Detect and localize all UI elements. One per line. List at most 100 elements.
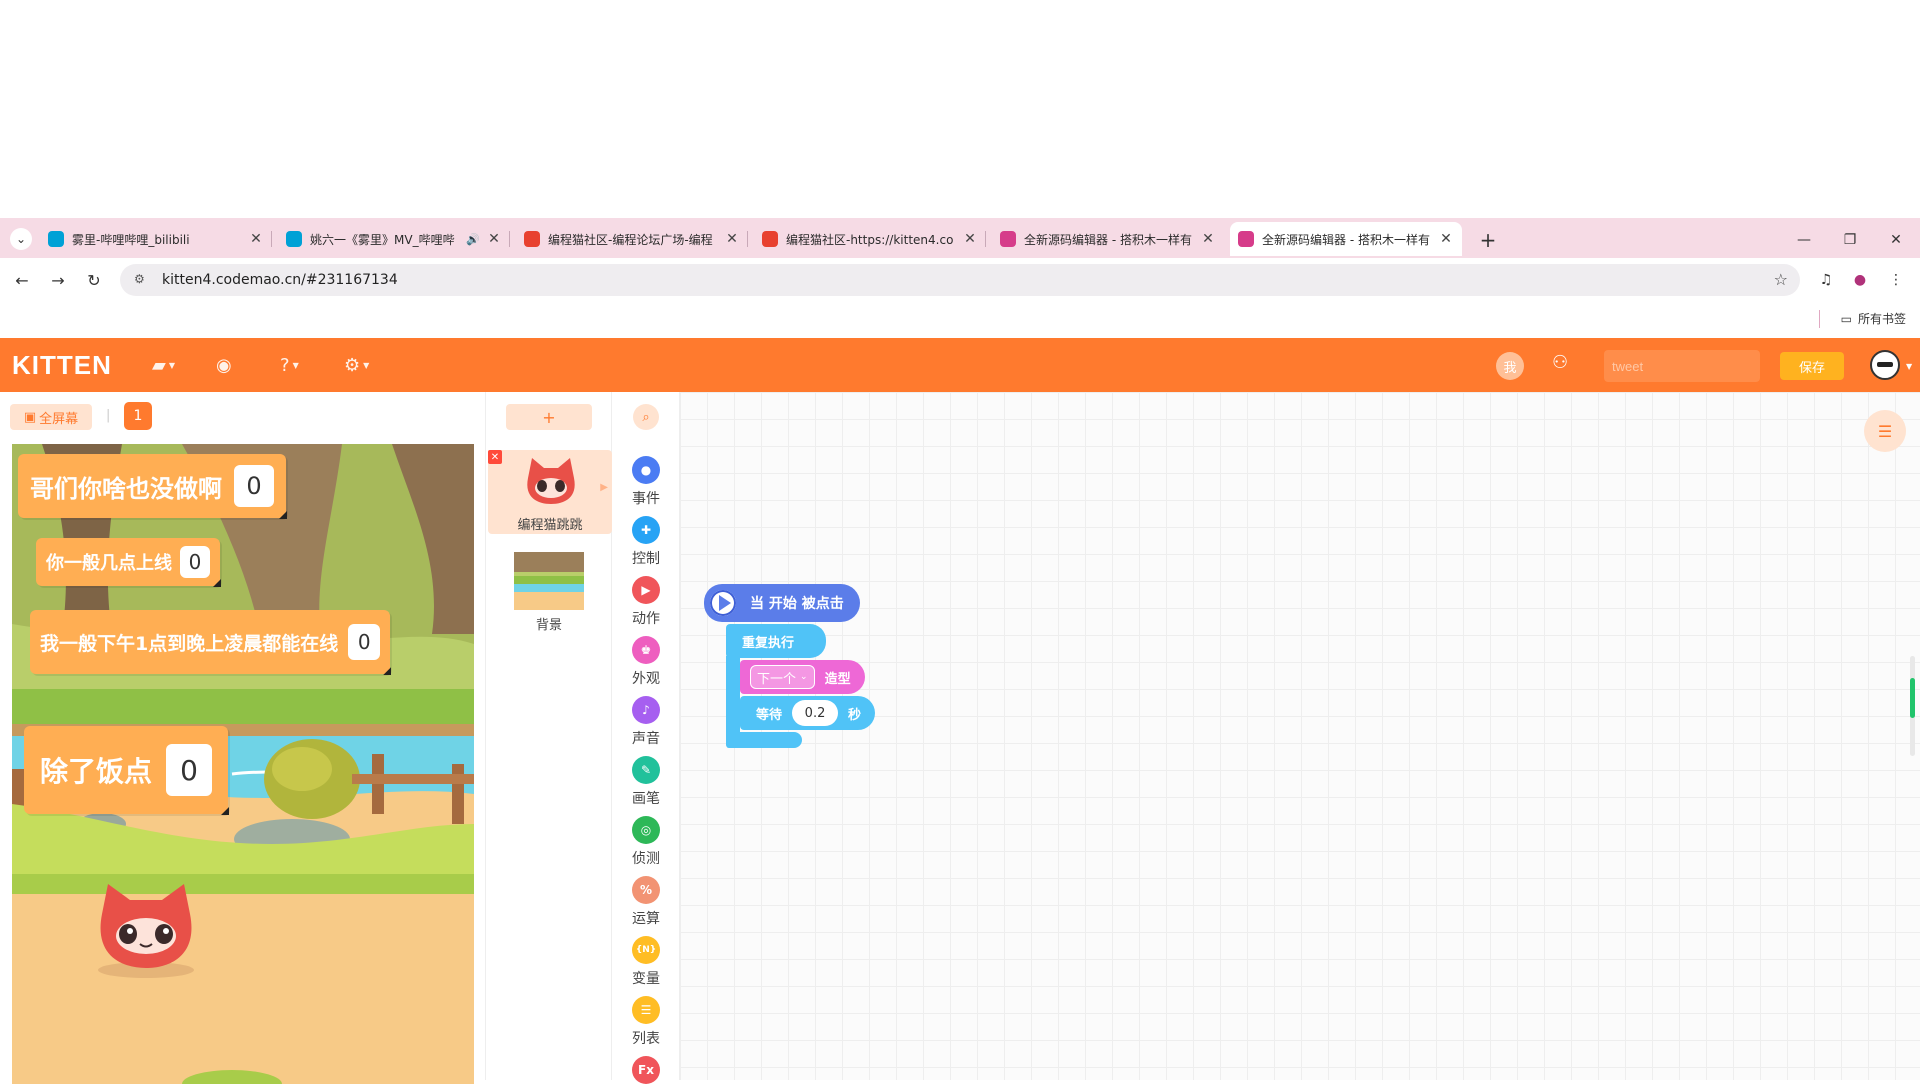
url-text: kitten4.codemao.cn/#231167134 <box>162 272 398 288</box>
workspace-search-icon[interactable]: ☰ <box>1864 410 1906 452</box>
kitten-logo[interactable]: KITTEN <box>12 350 112 381</box>
costume-dropdown[interactable]: 下一个 ⌄ <box>750 665 815 689</box>
sensing-icon: ◎ <box>632 816 660 844</box>
background-label: 背景 <box>535 618 562 633</box>
pen-icon: ✎ <box>632 756 660 784</box>
restore-icon[interactable]: ❐ <box>1830 226 1870 254</box>
fullscreen-button[interactable]: ▣ 全屏幕 <box>10 404 92 430</box>
variable-monitor[interactable]: 我一般下午1点到晚上凌晨都能在线 0 <box>30 610 392 675</box>
chevron-right-icon[interactable]: ▶ <box>600 482 608 493</box>
minimize-icon[interactable]: — <box>1784 226 1824 254</box>
wait-block[interactable]: 等待 0.2 秒 <box>740 696 876 730</box>
delete-sprite-icon[interactable]: ✕ <box>488 450 502 464</box>
search-icon[interactable]: ⌕ <box>633 404 659 430</box>
category-sound[interactable]: ♪ 声音 <box>612 696 680 748</box>
close-tab-icon[interactable]: ✕ <box>1200 231 1216 247</box>
sprite-thumbnail <box>527 458 575 504</box>
category-motion[interactable]: ▶ 动作 <box>612 576 680 628</box>
looks-icon: ♚ <box>632 636 660 664</box>
tab-title: 雾里-哔哩哔哩_bilibili <box>72 232 190 247</box>
close-tab-icon[interactable]: ✕ <box>724 231 740 247</box>
help-icon: ? <box>280 354 290 376</box>
category-label: 列表 <box>632 1031 660 1047</box>
close-tab-icon[interactable]: ✕ <box>962 231 978 247</box>
settings-menu[interactable]: ⚙ ▼ <box>344 353 369 377</box>
tab-title: 编程猫社区-编程论坛广场-编程 <box>548 232 713 247</box>
category-control[interactable]: ✚ 控制 <box>612 516 680 568</box>
resize-corner <box>279 511 287 519</box>
tab-search-dropdown-icon[interactable]: ⌄ <box>10 228 32 250</box>
url-field[interactable]: ⚙ kitten4.codemao.cn/#231167134 ☆ <box>120 264 1800 296</box>
category-operator[interactable]: % 运算 <box>612 876 680 928</box>
me-button[interactable]: 我 <box>1496 352 1524 380</box>
forward-icon[interactable]: → <box>44 266 72 294</box>
tab-separator <box>985 231 986 247</box>
browser-tab[interactable]: 姚六一《雾里》MV_哔哩哔 🔊 ✕ <box>278 222 510 256</box>
sprite-panel: + ▶ 编程猫跳跳 ✕ 背景 <box>486 392 612 1080</box>
category-event[interactable]: ● 事件 <box>612 456 680 508</box>
close-tab-icon[interactable]: ✕ <box>486 231 502 247</box>
browser-tab[interactable]: 全新源码编辑器 - 搭积木一样有 ✕ <box>1230 222 1462 256</box>
close-tab-icon[interactable]: ✕ <box>248 231 264 247</box>
browser-tab[interactable]: 编程猫社区-https://kitten4.co ✕ <box>754 222 986 256</box>
variable-monitor[interactable]: 除了饭点 0 <box>24 726 230 815</box>
repeat-label: 重复执行 <box>742 635 795 651</box>
stage-panel: ▣ 全屏幕 | 1 哥们你啥也没做啊 0 你一般几点上线 0 我一般下午1点到晚… <box>0 392 486 1084</box>
gear-icon: ⚙ <box>344 354 361 376</box>
bookmark-star-icon[interactable]: ☆ <box>1774 270 1788 289</box>
site-info-icon[interactable]: ⚙ <box>134 272 150 288</box>
switch-costume-block[interactable]: 下一个 ⌄ 造型 <box>740 660 865 694</box>
repeat-forever-block[interactable]: 重复执行 <box>726 624 826 658</box>
variable-monitor[interactable]: 你一般几点上线 0 <box>36 538 221 587</box>
close-tab-icon[interactable]: ✕ <box>1438 231 1454 247</box>
file-menu[interactable]: ▰ ▼ <box>152 353 175 377</box>
wait-seconds-input[interactable]: 0.2 <box>792 700 839 726</box>
scrollbar-thumb[interactable] <box>1910 678 1915 718</box>
add-sprite-button[interactable]: + <box>506 404 592 430</box>
close-window-icon[interactable]: ✕ <box>1876 226 1916 254</box>
new-tab-button[interactable]: + <box>1474 226 1502 254</box>
chevron-down-icon: ▼ <box>363 360 370 370</box>
browser-menu-icon[interactable]: ⋮ <box>1884 268 1908 292</box>
bookmarks-bar: ▭ 所有书签 <box>0 302 1920 336</box>
category-looks[interactable]: ♚ 外观 <box>612 636 680 688</box>
tab-audio-icon[interactable]: 🔊 <box>466 233 480 246</box>
tab-title: 全新源码编辑器 - 搭积木一样有 <box>1024 232 1192 247</box>
hat-block-label: 当 开始 被点击 <box>750 596 844 612</box>
all-bookmarks-button[interactable]: ▭ 所有书签 <box>1841 310 1906 327</box>
work-name-input[interactable] <box>1604 350 1760 382</box>
address-bar-row: ← → ↻ ⚙ kitten4.codemao.cn/#231167134 ☆ … <box>0 258 1920 302</box>
back-icon[interactable]: ← <box>8 266 36 294</box>
backpack-button[interactable]: ◉ <box>216 353 232 377</box>
tab-separator <box>509 231 510 247</box>
browser-tab[interactable]: 雾里-哔哩哔哩_bilibili ✕ <box>40 222 272 256</box>
sprite-card[interactable]: ▶ 编程猫跳跳 <box>488 450 612 534</box>
stage-canvas[interactable]: 哥们你啥也没做啊 0 你一般几点上线 0 我一般下午1点到晚上凌晨都能在线 0 … <box>12 444 474 1084</box>
variable-monitor[interactable]: 哥们你啥也没做啊 0 <box>18 454 287 519</box>
scene-number-badge[interactable]: 1 <box>124 402 152 430</box>
save-button[interactable]: 保存 <box>1780 352 1844 380</box>
help-menu[interactable]: ? ▼ <box>280 353 299 377</box>
add-collaborator-icon[interactable]: ⚇ <box>1552 352 1568 373</box>
monitor-label: 我一般下午1点到晚上凌晨都能在线 <box>40 632 339 655</box>
category-sensing[interactable]: ◎ 侦测 <box>612 816 680 868</box>
user-avatar[interactable] <box>1870 350 1900 380</box>
tab-favicon-icon <box>48 231 64 247</box>
when-start-clicked-block[interactable]: 当 开始 被点击 <box>704 584 860 622</box>
script-workspace[interactable]: ☰ 当 开始 被点击 重复执行 下一个 ⌄ 造型 等待 0.2 秒 <box>680 392 1920 1080</box>
category-list[interactable]: ☰ 列表 <box>612 996 680 1048</box>
monitor-value: 0 <box>166 744 213 796</box>
category-label: 外观 <box>632 671 660 687</box>
backpack-icon: ◉ <box>216 354 232 376</box>
background-card[interactable]: 背景 <box>506 552 592 633</box>
chevron-down-icon[interactable]: ▼ <box>1906 362 1912 371</box>
browser-tab[interactable]: 编程猫社区-编程论坛广场-编程 ✕ <box>516 222 748 256</box>
browser-tab[interactable]: 全新源码编辑器 - 搭积木一样有 ✕ <box>992 222 1224 256</box>
category-pen[interactable]: ✎ 画笔 <box>612 756 680 808</box>
reload-icon[interactable]: ↻ <box>80 266 108 294</box>
profile-icon[interactable]: ● <box>1848 268 1872 292</box>
category-variable[interactable]: {N} 变量 <box>612 936 680 988</box>
media-control-icon[interactable]: ♫ <box>1814 268 1838 292</box>
tab-favicon-icon <box>762 231 778 247</box>
chevron-down-icon: ▼ <box>168 360 175 370</box>
